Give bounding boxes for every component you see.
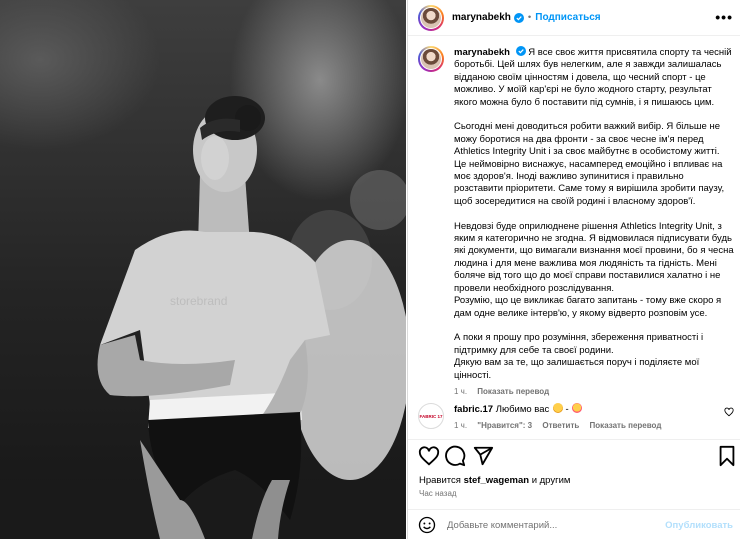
caption-paragraph-4: А поки я прошу про розуміння, збереження… [454,332,704,381]
emoji-icon[interactable] [418,516,436,534]
comment-time[interactable]: 1 ч. [454,421,467,430]
post-actions: Нравится stef_wageman и другим Час назад… [408,439,740,539]
emoji-heart-eyes-icon [572,403,583,413]
caption-paragraph-2: Сьогодні мені доводиться робити важкий в… [454,121,725,207]
comment-text: Любимо вас [495,404,550,415]
svg-text:storebrand: storebrand [170,294,227,308]
caption-paragraph-3: Невдовзі буде оприлюднене рішення Athlet… [454,220,734,319]
caption-username[interactable]: marynabekh [454,47,510,58]
post-details-panel: marynabekh • Подписаться ••• marynabekh … [407,0,740,539]
likes-user[interactable]: stef_wageman [464,475,529,486]
comment-likes[interactable]: "Нравится": 3 [477,421,532,430]
more-options-icon[interactable]: ••• [715,10,733,24]
bookmark-icon[interactable] [716,445,738,467]
comment-meta: 1 ч. "Нравится": 3 Ответить Показать пер… [454,420,736,432]
comment-translate-link[interactable]: Показать перевод [590,421,662,430]
comments-scroll-area[interactable]: marynabekh Я все своє життя присвятила с… [408,37,740,439]
commenter-username[interactable]: fabric.17 [454,404,493,415]
comment-input[interactable] [447,519,667,531]
header-separator: • [527,12,532,23]
post-header: marynabekh • Подписаться ••• [408,0,740,36]
publish-button[interactable]: Опубликовать [665,520,733,531]
caption-meta: 1 ч. Показать перевод [454,386,734,398]
likes-suffix[interactable]: и другим [532,475,571,486]
likes-summary: Нравится stef_wageman и другим [419,475,570,486]
caption-time[interactable]: 1 ч. [454,387,467,396]
verified-icon [513,12,524,23]
follow-button[interactable]: Подписаться [535,12,600,23]
comment-dash: - [565,404,569,415]
comment-heart-icon[interactable] [724,407,734,417]
commenter-avatar[interactable]: FABRIC 17 [418,403,444,429]
post-time[interactable]: Час назад [419,489,457,498]
add-comment-bar: Опубликовать [408,509,740,539]
comment-reply-button[interactable]: Ответить [542,421,579,430]
post-caption: marynabekh Я все своє життя присвятила с… [418,46,736,398]
share-icon[interactable] [472,445,494,467]
heart-icon[interactable] [418,445,440,467]
verified-icon [515,46,526,56]
likes-prefix: Нравится [419,475,461,486]
athlete-photo-illustration: storebrand [0,96,406,539]
author-avatar[interactable] [418,4,444,31]
comment-icon[interactable] [444,445,466,467]
emoji-face-icon [552,403,563,413]
post-photo[interactable]: storebrand [0,0,406,539]
caption-avatar[interactable] [418,46,444,72]
author-username[interactable]: marynabekh [452,12,511,23]
caption-translate-link[interactable]: Показать перевод [477,387,549,396]
comment-item: FABRIC 17 fabric.17 Любимо вас - 1 ч. "Н… [418,403,736,432]
